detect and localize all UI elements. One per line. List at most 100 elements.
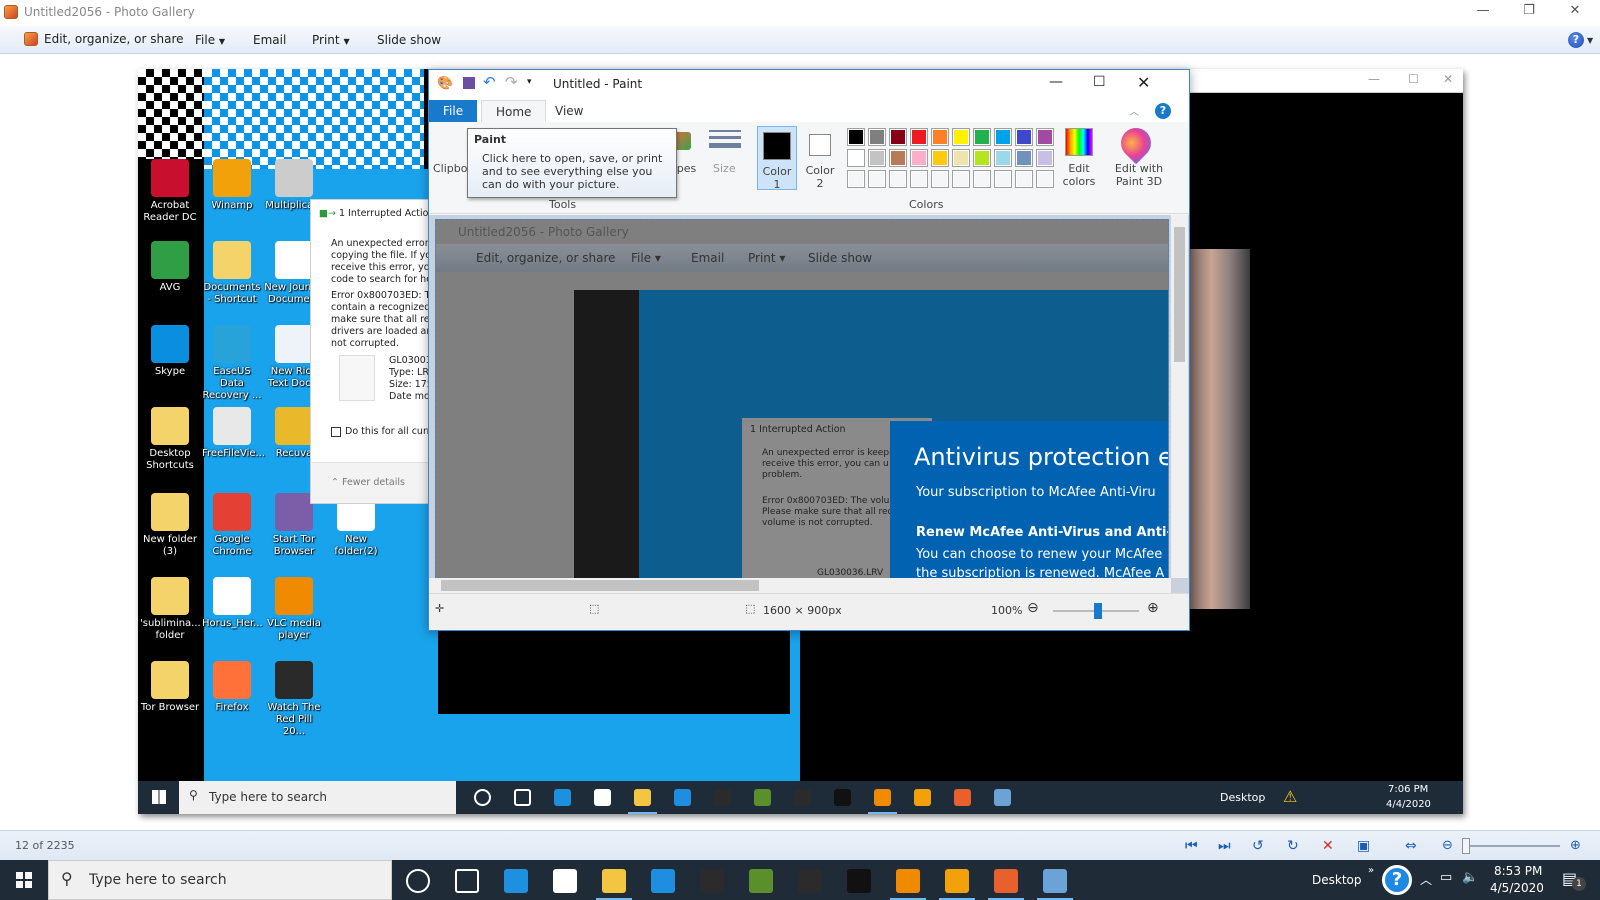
palette-swatch[interactable] <box>952 149 970 167</box>
mail-icon[interactable] <box>651 869 675 893</box>
palette-swatch[interactable] <box>931 128 949 146</box>
clipboard-group[interactable]: Clipbo <box>433 162 468 175</box>
file-explorer-icon[interactable] <box>634 789 651 806</box>
palette-swatch[interactable] <box>1015 128 1033 146</box>
desktop-icon[interactable]: Skype <box>140 325 200 378</box>
vlc-icon[interactable] <box>896 869 920 893</box>
palette-swatch[interactable] <box>1036 128 1054 146</box>
toolbar-expand-icon[interactable]: » <box>1368 865 1374 876</box>
palette-swatch[interactable] <box>1036 149 1054 167</box>
camera-app-icon[interactable] <box>794 789 811 806</box>
collapse-ribbon-icon[interactable]: ︿ <box>1129 103 1139 118</box>
battery-icon[interactable]: ▭ <box>1440 870 1452 885</box>
close-button[interactable]: ✕ <box>1552 0 1598 24</box>
help-button[interactable]: ? ▼ <box>1568 32 1593 48</box>
clock-date[interactable]: 4/5/2020 <box>1490 881 1544 895</box>
file-menu[interactable]: File ▼ <box>195 33 225 47</box>
youcam-icon[interactable] <box>847 869 871 893</box>
zoom-out-icon[interactable]: ⊖ <box>1442 838 1453 853</box>
desktop-icon[interactable]: VLC media player <box>264 577 324 642</box>
tab-view[interactable]: View <box>541 100 597 122</box>
next-button[interactable]: ⏭ <box>1218 838 1231 854</box>
slideshow-button[interactable]: ▣ <box>1357 838 1370 854</box>
email-menu[interactable]: Email <box>253 33 286 47</box>
previous-button[interactable]: ⏮ <box>1185 838 1198 854</box>
horizontal-scrollbar[interactable] <box>429 578 1171 593</box>
quick-access-dropdown[interactable]: ▾ <box>527 77 532 87</box>
size-button[interactable]: Size <box>713 162 736 175</box>
vertical-scrollbar[interactable] <box>1171 215 1188 578</box>
photo-gallery-icon[interactable] <box>994 869 1018 893</box>
photo-gallery-icon[interactable] <box>954 789 971 806</box>
palette-swatch[interactable] <box>952 170 970 188</box>
mail-icon[interactable] <box>674 789 691 806</box>
zoom-out-button[interactable]: ⊖ <box>1027 600 1039 616</box>
paint-help-icon[interactable]: ? <box>1155 103 1171 119</box>
desktop-icon[interactable]: New folder (3) <box>140 493 200 558</box>
camera-app-icon[interactable] <box>798 869 822 893</box>
palette-swatch[interactable] <box>1015 170 1033 188</box>
slide-show-button[interactable]: Slide show <box>377 33 441 47</box>
vlc-icon[interactable] <box>874 789 891 806</box>
vertical-scroll-thumb[interactable] <box>1174 227 1185 362</box>
gallery-zoom-slider[interactable] <box>1462 838 1560 854</box>
palette-swatch[interactable] <box>868 128 886 146</box>
paint-icon[interactable] <box>994 789 1011 806</box>
edit-colors-button[interactable]: Edit colors <box>1057 162 1101 188</box>
palette-swatch[interactable] <box>994 128 1012 146</box>
youcam-icon[interactable] <box>834 789 851 806</box>
desktop-icon[interactable]: Acrobat Reader DC <box>140 159 200 224</box>
desktop-toolbar-label[interactable]: Desktop <box>1312 873 1362 887</box>
gallery-zoom-thumb[interactable] <box>1462 838 1470 854</box>
desktop-icon[interactable]: Documents - Shortcut <box>202 241 262 306</box>
desktop-icon[interactable]: Firefox <box>202 661 262 714</box>
tab-home[interactable]: Home <box>481 100 547 122</box>
palette-swatch[interactable] <box>847 149 865 167</box>
palette-swatch[interactable] <box>973 128 991 146</box>
rotate-left-button[interactable]: ↺ <box>1252 838 1264 854</box>
paint-minimize-button[interactable]: — <box>1049 74 1063 90</box>
palette-swatch[interactable] <box>889 128 907 146</box>
palette-swatch[interactable] <box>910 149 928 167</box>
palette-swatch[interactable] <box>931 170 949 188</box>
show-hidden-icons[interactable]: ︿ <box>1420 871 1432 888</box>
desktop-icon[interactable]: 'sublimina... folder <box>140 577 201 642</box>
palette-swatch[interactable] <box>1015 149 1033 167</box>
winamp-icon[interactable] <box>945 869 969 893</box>
zoom-slider[interactable] <box>1053 603 1139 619</box>
paint-canvas[interactable]: Untitled2056 - Photo Gallery Edit, organ… <box>435 219 1169 579</box>
palette-swatch[interactable] <box>847 170 865 188</box>
amazon-icon[interactable] <box>700 869 724 893</box>
action-center-button[interactable]: ▤ 1 <box>1562 869 1586 891</box>
palette-swatch[interactable] <box>889 170 907 188</box>
palette-swatch[interactable] <box>847 128 865 146</box>
tab-file[interactable]: File <box>429 100 478 122</box>
desktop-icon[interactable]: AVG <box>140 241 200 294</box>
edge-icon[interactable] <box>504 869 528 893</box>
palette-swatch[interactable] <box>952 128 970 146</box>
zoom-slider-thumb[interactable] <box>1094 603 1102 619</box>
palette-swatch[interactable] <box>973 170 991 188</box>
help-tray-icon[interactable]: ? <box>1382 865 1412 895</box>
clock-time[interactable]: 8:53 PM <box>1494 864 1542 878</box>
edge-icon[interactable] <box>554 789 571 806</box>
start-button[interactable] <box>16 872 32 888</box>
restore-button[interactable]: ❐ <box>1506 0 1552 24</box>
tripadvisor-icon[interactable] <box>754 789 771 806</box>
tripadvisor-icon[interactable] <box>749 869 773 893</box>
paint-icon[interactable] <box>1043 869 1067 893</box>
fewer-details-button[interactable]: ⌃ Fewer details <box>331 477 405 488</box>
zoom-in-icon[interactable]: ⊕ <box>1570 838 1581 853</box>
save-icon[interactable] <box>463 77 475 89</box>
taskbar-search[interactable]: ⚲ Type here to search <box>48 860 392 900</box>
palette-swatch[interactable] <box>868 170 886 188</box>
palette-swatch[interactable] <box>1036 170 1054 188</box>
edit-organize-share-menu[interactable]: Edit, organize, or share <box>24 32 184 46</box>
palette-swatch[interactable] <box>994 149 1012 167</box>
desktop-icon[interactable]: Google Chrome <box>202 493 262 558</box>
volume-icon[interactable]: 🔈 <box>1462 870 1478 885</box>
color2-button[interactable]: Color 2 <box>801 126 841 190</box>
desktop-icon[interactable]: EaseUS Data Recovery ... <box>202 325 262 402</box>
palette-swatch[interactable] <box>889 149 907 167</box>
undo-icon[interactable]: ↶ <box>483 73 496 91</box>
